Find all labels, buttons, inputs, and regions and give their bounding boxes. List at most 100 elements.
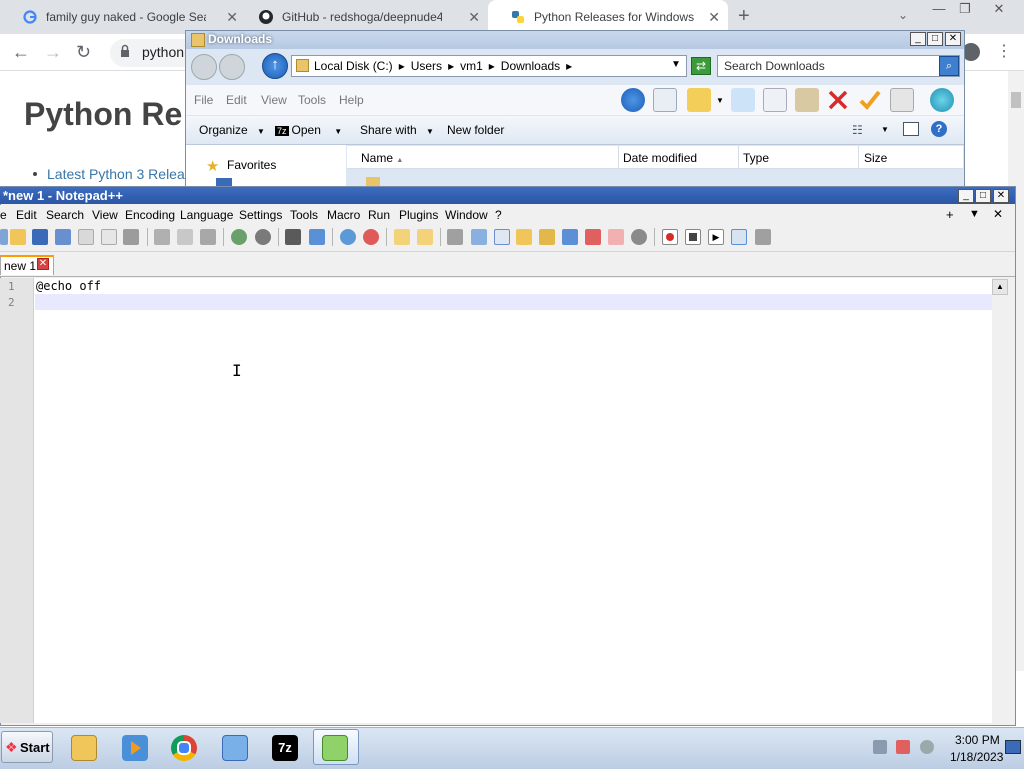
page-scroll-thumb[interactable] [1011,92,1021,108]
breadcrumb-item[interactable]: Local Disk (C:) [314,59,393,73]
close-icon[interactable]: ✕ [993,189,1009,203]
replace-icon[interactable] [309,229,325,245]
search-icon[interactable]: ⌕ [939,56,959,76]
save-icon[interactable] [32,229,48,245]
menu-view[interactable]: View [92,208,118,222]
volume-icon[interactable] [920,740,934,754]
folder-as-workspace-icon[interactable] [585,229,601,245]
minimize-icon[interactable]: _ [958,189,974,203]
scroll-up-arrow-icon[interactable]: ▲ [992,279,1008,295]
latest-release-link[interactable]: Latest Python 3 Relea [47,166,185,182]
menu-help[interactable]: ? [495,208,502,222]
word-wrap-icon[interactable] [447,229,463,245]
play-macro-icon[interactable]: ▶ [708,229,724,245]
close-icon[interactable]: ✕ [988,1,1010,16]
new-file-icon[interactable] [0,229,8,245]
editor-vertical-scrollbar[interactable] [992,278,1008,723]
checkmark-icon[interactable] [858,88,882,112]
menu-encoding[interactable]: Encoding [125,208,175,222]
lock-icon[interactable] [120,44,130,58]
minimize-icon[interactable]: _ [910,32,926,46]
tab-close-icon[interactable]: ✕ [708,9,720,26]
zoom-in-icon[interactable] [340,229,356,245]
cut-icon[interactable] [154,229,170,245]
menu-settings[interactable]: Settings [239,208,282,222]
share-with-button[interactable]: Share with ▼ [360,123,434,137]
new-folder-button[interactable]: New folder [447,123,504,137]
menu-edit[interactable]: Edit [16,208,37,222]
start-label[interactable]: Start [20,740,50,755]
menu-window[interactable]: Window [445,208,488,222]
action-center-icon[interactable] [896,740,910,754]
refresh-icon[interactable]: ⇄ [691,57,711,75]
indent-guide-icon[interactable] [494,229,510,245]
up-arrow-icon[interactable]: ↑ [262,53,288,79]
panel-icon[interactable] [631,229,647,245]
restore-icon[interactable]: ❐ [954,1,976,16]
browser-tab-google[interactable]: family guy naked - Google Search ✕ [0,0,246,34]
document-map-icon[interactable] [539,229,555,245]
find-binoculars-icon[interactable] [285,229,301,245]
notepadpp-titlebar[interactable] [0,187,1015,204]
stop-macro-icon[interactable] [685,229,701,245]
column-date-modified[interactable]: Date modified [623,151,697,165]
explorer-titlebar[interactable] [186,31,964,49]
sync-horizontal-icon[interactable] [417,229,433,245]
email-icon[interactable] [890,88,914,112]
editor-area[interactable] [0,278,992,723]
close-all-icon[interactable] [101,229,117,245]
up-level-icon[interactable] [621,88,645,112]
add-tab-icon[interactable]: + [946,207,954,222]
menu-search[interactable]: Search [46,208,84,222]
chevron-down-icon[interactable]: ▼ [881,125,889,134]
breadcrumb-item[interactable]: Users [411,59,442,73]
menu-plugins[interactable]: Plugins [399,208,438,222]
forward-button[interactable] [219,54,245,80]
column-separator[interactable] [618,146,619,168]
save-macro-icon[interactable] [755,229,771,245]
breadcrumb-separator[interactable]: ▸ [489,59,495,73]
tab-label[interactable]: new 1 [4,259,36,273]
clock-time[interactable]: 3:00 PM [955,733,1000,747]
column-separator[interactable] [738,146,739,168]
browser-tab-python[interactable]: Python Releases for Windows | Pyth ✕ [488,0,728,34]
network-icon[interactable] [873,740,887,754]
breadcrumb-separator[interactable]: ▸ [566,59,572,73]
tab-list-chevron-icon[interactable]: ▼ [969,208,980,220]
close-file-icon[interactable] [78,229,94,245]
code-line[interactable]: @echo off [36,279,101,293]
tab-close-icon[interactable]: ✕ [468,9,480,26]
new-tab-button[interactable]: + [738,5,750,28]
zoom-out-icon[interactable] [363,229,379,245]
reload-icon[interactable]: ↻ [76,42,91,63]
clock-date[interactable]: 1/18/2023 [950,750,1003,764]
column-type[interactable]: Type [743,151,769,165]
back-button[interactable] [191,54,217,80]
user-language-icon[interactable] [516,229,532,245]
organize-button[interactable]: Organize ▼ [199,123,265,137]
paste-icon[interactable] [200,229,216,245]
cut-scissors-icon[interactable] [731,88,755,112]
browser-tab-github[interactable]: GitHub - redshoga/deepnude4video ✕ [236,0,488,34]
function-list-icon[interactable] [562,229,578,245]
menu-tools[interactable]: Tools [298,93,326,107]
record-macro-icon[interactable] [662,229,678,245]
copy-icon[interactable] [177,229,193,245]
show-desktop-icon[interactable] [1005,740,1021,754]
open-button[interactable]: 7z Open ▼ [275,123,342,137]
menu-view[interactable]: View [261,93,287,107]
redo-icon[interactable] [255,229,271,245]
maximize-icon[interactable]: □ [975,189,991,203]
tab-search-chevron-icon[interactable]: ⌄ [898,8,908,22]
column-separator[interactable] [858,146,859,168]
address-bar-text[interactable]: python [142,44,184,60]
undo-icon[interactable] [231,229,247,245]
save-all-icon[interactable] [55,229,71,245]
nav-favorites[interactable]: Favorites [227,158,276,172]
search-placeholder[interactable]: Search Downloads [724,59,825,73]
menu-edit[interactable]: Edit [226,93,247,107]
globe-icon[interactable] [930,88,954,112]
menu-tools[interactable]: Tools [290,208,318,222]
print-icon[interactable] [123,229,139,245]
menu-file[interactable]: File [194,93,213,107]
